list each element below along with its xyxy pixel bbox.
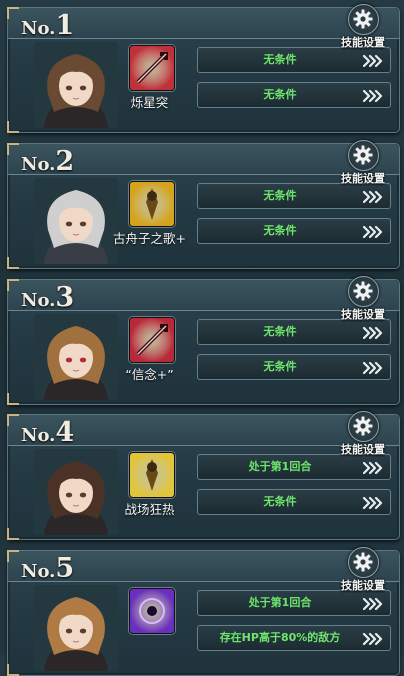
slot-number-value: 1 xyxy=(55,10,75,41)
corner-ornament xyxy=(7,279,19,291)
condition-button-1[interactable]: 无条件 xyxy=(197,183,391,209)
triple-chevron-right-icon xyxy=(362,88,384,107)
condition-button-1[interactable]: 处于第1回合 xyxy=(197,590,391,616)
skill-icon xyxy=(129,181,175,227)
condition-button-2[interactable]: 无条件 xyxy=(197,354,391,380)
slot-number: No.2 xyxy=(21,146,74,177)
gear-icon xyxy=(348,276,379,307)
condition-label: 存在HP高于80%的敌方 xyxy=(219,631,341,644)
skill-settings-label: 技能设置 xyxy=(341,36,385,49)
skill-settings-button[interactable]: 技能设置 xyxy=(335,547,391,592)
skill-slot[interactable] xyxy=(121,452,175,498)
character-card-1: No.1 技能设置 烁星突 无条件 无条件 xyxy=(7,4,400,133)
triple-chevron-right-icon xyxy=(362,53,384,72)
slot-number: No.3 xyxy=(21,282,74,313)
slot-number: No.5 xyxy=(21,553,74,584)
slot-number: No.1 xyxy=(21,10,74,41)
condition-button-1[interactable]: 无条件 xyxy=(197,47,391,73)
skill-settings-label: 技能设置 xyxy=(341,308,385,321)
corner-ornament xyxy=(7,664,19,676)
triple-chevron-right-icon xyxy=(362,360,384,379)
condition-label: 处于第1回合 xyxy=(248,460,312,473)
character-card-2: No.2 技能设置 古舟子之歌+ 无条件 无条件 xyxy=(7,140,400,269)
corner-ornament xyxy=(7,550,19,562)
corner-ornament xyxy=(7,7,19,19)
slot-number-value: 3 xyxy=(55,282,75,313)
condition-label: 无条件 xyxy=(263,189,297,202)
corner-ornament xyxy=(7,414,19,426)
triple-chevron-right-icon xyxy=(362,495,384,514)
skill-settings-button[interactable]: 技能设置 xyxy=(335,4,391,49)
skill-slot[interactable] xyxy=(121,588,175,634)
condition-label: 无条件 xyxy=(263,495,297,508)
skill-settings-button[interactable]: 技能设置 xyxy=(335,411,391,456)
condition-label: 无条件 xyxy=(263,88,297,101)
slot-number-prefix: No. xyxy=(21,561,56,582)
condition-label: 处于第1回合 xyxy=(248,596,312,609)
skill-settings-button[interactable]: 技能设置 xyxy=(335,276,391,321)
corner-ornament xyxy=(7,143,19,155)
slot-number-prefix: No. xyxy=(21,154,56,175)
character-card-4: No.4 技能设置战场狂热 处于第1回合 无条件 xyxy=(7,411,400,540)
gear-icon xyxy=(348,140,379,171)
condition-label: 无条件 xyxy=(263,224,297,237)
skill-icon xyxy=(129,317,175,363)
skill-settings-label: 技能设置 xyxy=(341,172,385,185)
skill-icon xyxy=(129,452,175,498)
slot-number-prefix: No. xyxy=(21,290,56,311)
condition-button-2[interactable]: 无条件 xyxy=(197,218,391,244)
skill-settings-label: 技能设置 xyxy=(341,443,385,456)
slot-number-value: 2 xyxy=(55,146,75,177)
skill-name: “信念+” xyxy=(125,367,174,382)
skill-icon xyxy=(129,45,175,91)
corner-ornament xyxy=(7,393,19,405)
slot-number-prefix: No. xyxy=(21,425,56,446)
character-portrait[interactable] xyxy=(34,42,118,128)
triple-chevron-right-icon xyxy=(362,325,384,344)
corner-ornament xyxy=(7,528,19,540)
skill-slot[interactable] xyxy=(121,45,175,91)
character-card-5: No.5 技能设置处于第1回合存在HP高于80%的敌方 xyxy=(7,547,400,676)
condition-label: 无条件 xyxy=(263,325,297,338)
triple-chevron-right-icon xyxy=(362,596,384,615)
character-portrait[interactable] xyxy=(34,585,118,671)
skill-icon xyxy=(129,588,175,634)
slot-number: No.4 xyxy=(21,417,74,448)
slot-number-value: 5 xyxy=(55,553,75,584)
gear-icon xyxy=(348,547,379,578)
corner-ornament xyxy=(7,257,19,269)
triple-chevron-right-icon xyxy=(362,189,384,208)
skill-settings-label: 技能设置 xyxy=(341,579,385,592)
skill-slot[interactable] xyxy=(121,317,175,363)
condition-label: 无条件 xyxy=(263,360,297,373)
skill-name: 古舟子之歌+ xyxy=(113,231,186,246)
triple-chevron-right-icon xyxy=(362,460,384,479)
character-portrait[interactable] xyxy=(34,449,118,535)
condition-button-2[interactable]: 无条件 xyxy=(197,82,391,108)
triple-chevron-right-icon xyxy=(362,224,384,243)
condition-button-1[interactable]: 无条件 xyxy=(197,319,391,345)
condition-button-2[interactable]: 存在HP高于80%的敌方 xyxy=(197,625,391,651)
slot-number-value: 4 xyxy=(55,417,75,448)
condition-label: 无条件 xyxy=(263,53,297,66)
character-portrait[interactable] xyxy=(34,178,118,264)
triple-chevron-right-icon xyxy=(362,631,384,650)
character-card-3: No.3 技能设置 “信念+” 无条件 无条件 xyxy=(7,276,400,405)
skill-name: 战场狂热 xyxy=(124,502,175,517)
gear-icon xyxy=(348,411,379,442)
condition-button-2[interactable]: 无条件 xyxy=(197,489,391,515)
condition-button-1[interactable]: 处于第1回合 xyxy=(197,454,391,480)
gear-icon xyxy=(348,4,379,35)
character-portrait[interactable] xyxy=(34,314,118,400)
corner-ornament xyxy=(7,121,19,133)
skill-slot[interactable] xyxy=(121,181,175,227)
skill-settings-button[interactable]: 技能设置 xyxy=(335,140,391,185)
slot-number-prefix: No. xyxy=(21,18,56,39)
skill-name: 烁星突 xyxy=(130,95,169,110)
